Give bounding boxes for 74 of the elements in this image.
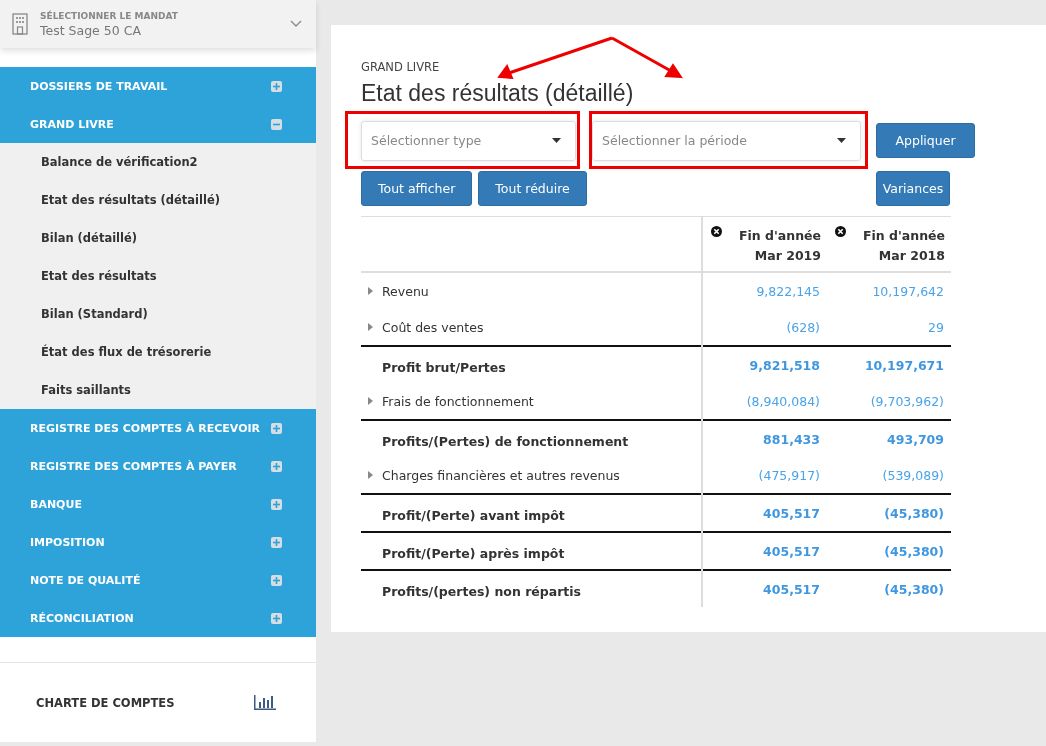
menu-item[interactable]: Etat des résultats (0, 257, 316, 295)
amount: 9,821,518 (749, 357, 820, 373)
plus-icon (271, 80, 282, 92)
type-select[interactable]: Sélectionner type (361, 120, 576, 161)
mandate-selector[interactable]: SÉLECTIONNER LE MANDAT Test Sage 50 CA (0, 0, 316, 48)
row-label: Profit/(Perte) avant impôt (382, 507, 565, 523)
remove-column-icon[interactable] (711, 226, 722, 237)
amount: (475,917) (758, 467, 820, 483)
amount: 493,709 (887, 431, 944, 447)
caret-icon (552, 138, 561, 143)
menu-section[interactable]: BANQUE (0, 485, 316, 523)
row-label: Frais de fonctionnement (382, 393, 534, 409)
row-label: Revenu (382, 283, 429, 299)
column-header: Fin d'année Mar 2018 (862, 227, 945, 265)
menu-section[interactable]: NOTE DE QUALITÉ (0, 561, 316, 599)
row-label: Profits/(Pertes) de fonctionnement (382, 433, 629, 449)
amount: 405,517 (763, 543, 820, 559)
page-title: Etat des résultats (détaillé) (361, 80, 635, 107)
period-select[interactable]: Sélectionner la période (592, 120, 861, 161)
amount: (9,703,962) (870, 393, 944, 409)
row-label: Profits/(pertes) non répartis (382, 583, 582, 599)
menu-item[interactable]: Bilan (Standard) (0, 295, 316, 333)
amount: 10,197,671 (864, 357, 944, 373)
minus-icon (271, 118, 282, 130)
variances-button[interactable]: Variances (876, 171, 950, 206)
menu-item[interactable]: Etat des résultats (détaillé) (0, 181, 316, 219)
apply-button[interactable]: Appliquer (876, 122, 975, 158)
column-header: Fin d'année Mar 2019 (738, 227, 821, 265)
caret-icon (837, 138, 846, 143)
row-label: Profit/(Perte) après impôt (382, 545, 565, 561)
row-label: Coût des ventes (382, 319, 484, 335)
collapse-all-button[interactable]: Tout réduire (478, 171, 587, 206)
expand-all-button[interactable]: Tout afficher (361, 171, 473, 206)
breadcrumb: GRAND LIVRE (361, 60, 441, 74)
expand-triangle-icon[interactable] (368, 323, 373, 332)
amount: 405,517 (763, 581, 820, 597)
plus-icon (271, 612, 282, 624)
menu-item[interactable]: Balance de vérification2 (0, 143, 316, 181)
menu-section[interactable]: IMPOSITION (0, 523, 316, 561)
menu-section[interactable]: REGISTRE DES COMPTES À RECEVOIR (0, 409, 316, 447)
menu-item[interactable]: État des flux de trésorerie (0, 333, 316, 371)
menu-section[interactable]: RÉCONCILIATION (0, 599, 316, 637)
bar-chart-icon (254, 695, 276, 710)
amount: 10,197,642 (872, 283, 944, 299)
remove-column-icon[interactable] (835, 226, 846, 237)
amount: 405,517 (763, 505, 820, 521)
menu-section[interactable]: DOSSIERS DE TRAVAIL (0, 67, 316, 105)
amount: (628) (786, 319, 820, 335)
building-icon (12, 13, 28, 35)
plus-icon (271, 536, 282, 548)
amount: 881,433 (763, 431, 820, 447)
mandate-value: Test Sage 50 CA (40, 22, 142, 38)
plus-icon (271, 498, 282, 510)
row-label: Charges financières et autres revenus (382, 467, 620, 483)
expand-triangle-icon[interactable] (368, 287, 373, 296)
amount: 9,822,145 (756, 283, 820, 299)
amount: (45,380) (884, 581, 944, 597)
chevron-down-icon (290, 20, 302, 28)
amount: (45,380) (884, 543, 944, 559)
menu-section[interactable]: GRAND LIVRE (0, 105, 316, 143)
amount: (539,089) (882, 467, 944, 483)
amount: (8,940,084) (746, 393, 820, 409)
expand-triangle-icon[interactable] (368, 471, 373, 480)
plus-icon (271, 574, 282, 586)
plus-icon (271, 422, 282, 434)
row-label: Profit brut/Pertes (382, 359, 506, 375)
amount: (45,380) (884, 505, 944, 521)
menu-section[interactable]: REGISTRE DES COMPTES À PAYER (0, 447, 316, 485)
menu-item[interactable]: Faits saillants (0, 371, 316, 409)
amount: 29 (928, 319, 944, 335)
expand-triangle-icon[interactable] (368, 397, 373, 406)
mandate-label: SÉLECTIONNER LE MANDAT (40, 10, 179, 21)
plus-icon (271, 460, 282, 472)
menu-item[interactable]: Bilan (détaillé) (0, 219, 316, 257)
